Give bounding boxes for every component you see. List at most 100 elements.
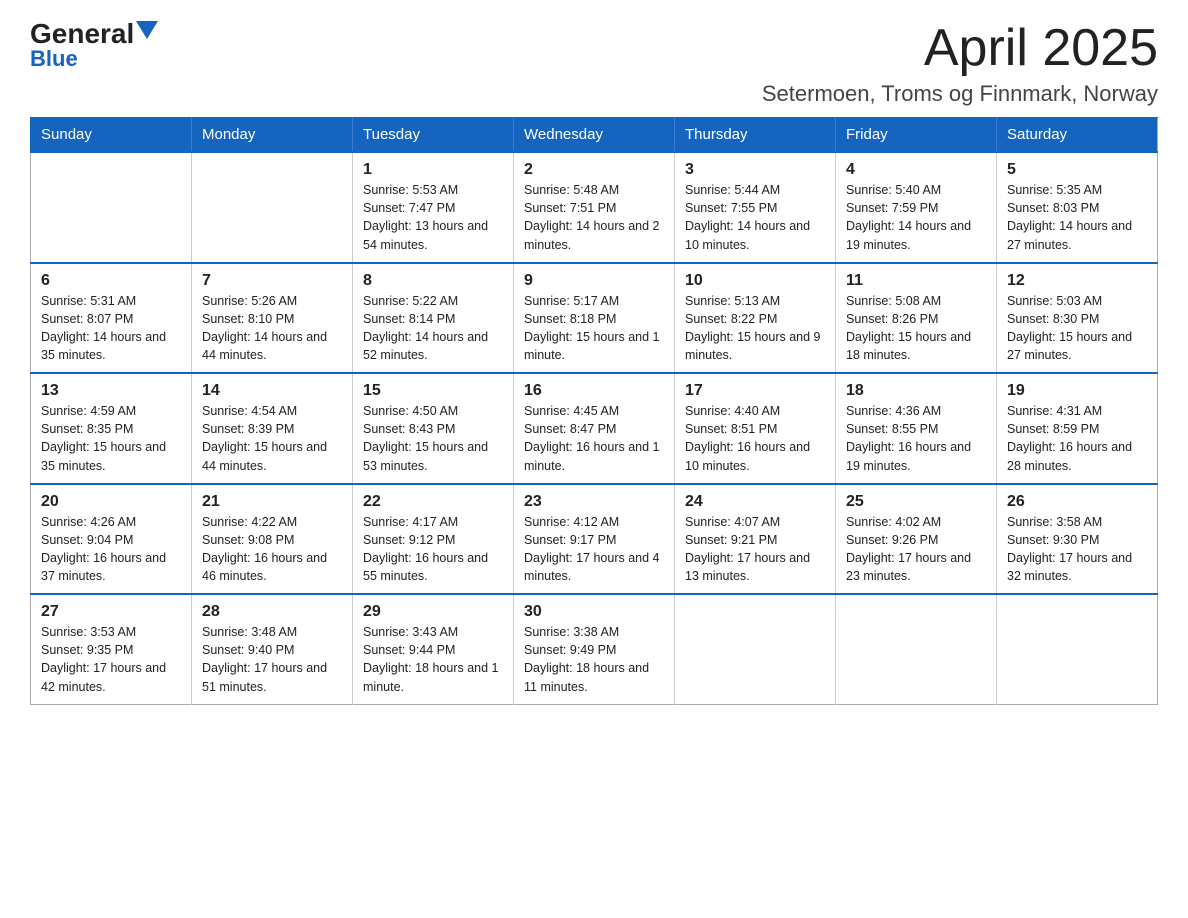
day-info: Sunrise: 5:40 AM Sunset: 7:59 PM Dayligh… <box>846 181 986 254</box>
day-info: Sunrise: 3:48 AM Sunset: 9:40 PM Dayligh… <box>202 623 342 696</box>
calendar-cell: 23 Sunrise: 4:12 AM Sunset: 9:17 PM Dayli… <box>514 484 675 595</box>
day-info: Sunrise: 5:08 AM Sunset: 8:26 PM Dayligh… <box>846 292 986 365</box>
day-info: Sunrise: 4:36 AM Sunset: 8:55 PM Dayligh… <box>846 402 986 475</box>
calendar-cell: 26Sunrise: 3:58 AM Sunset: 9:30 PM Dayli… <box>997 484 1158 595</box>
logo-triangle-icon <box>136 21 158 39</box>
day-info: Sunrise: 5:53 AM Sunset: 7:47 PM Dayligh… <box>363 181 503 254</box>
calendar-cell: 5Sunrise: 5:35 AM Sunset: 8:03 PM Daylig… <box>997 152 1158 263</box>
day-number: 24 <box>685 493 825 511</box>
calendar-cell: 6 Sunrise: 5:31 AM Sunset: 8:07 PM Daylig… <box>31 263 192 374</box>
weekday-header-sunday: Sunday <box>31 118 192 153</box>
calendar-cell <box>836 594 997 704</box>
calendar-cell: 3Sunrise: 5:44 AM Sunset: 7:55 PM Daylig… <box>675 152 836 263</box>
calendar-cell: 17Sunrise: 4:40 AM Sunset: 8:51 PM Dayli… <box>675 373 836 484</box>
calendar-cell: 16 Sunrise: 4:45 AM Sunset: 8:47 PM Dayli… <box>514 373 675 484</box>
weekday-header-friday: Friday <box>836 118 997 153</box>
day-info: Sunrise: 4:45 AM Sunset: 8:47 PM Dayligh… <box>524 402 664 475</box>
calendar-cell: 19 Sunrise: 4:31 AM Sunset: 8:59 PM Dayli… <box>997 373 1158 484</box>
calendar-cell <box>31 152 192 263</box>
day-info: Sunrise: 4:54 AM Sunset: 8:39 PM Dayligh… <box>202 402 342 475</box>
day-number: 18 <box>846 382 986 400</box>
day-info: Sunrise: 5:26 AM Sunset: 8:10 PM Dayligh… <box>202 292 342 365</box>
calendar-cell: 29 Sunrise: 3:43 AM Sunset: 9:44 PM Dayli… <box>353 594 514 704</box>
calendar-cell: 18 Sunrise: 4:36 AM Sunset: 8:55 PM Dayli… <box>836 373 997 484</box>
day-number: 22 <box>363 493 503 511</box>
day-number: 10 <box>685 272 825 290</box>
calendar-week-row: 27 Sunrise: 3:53 AM Sunset: 9:35 PM Dayli… <box>31 594 1158 704</box>
day-number: 14 <box>202 382 342 400</box>
day-info: Sunrise: 4:40 AM Sunset: 8:51 PM Dayligh… <box>685 402 825 475</box>
day-number: 9 <box>524 272 664 290</box>
day-info: Sunrise: 3:53 AM Sunset: 9:35 PM Dayligh… <box>41 623 181 696</box>
calendar-cell: 24Sunrise: 4:07 AM Sunset: 9:21 PM Dayli… <box>675 484 836 595</box>
day-number: 21 <box>202 493 342 511</box>
title-section: April 2025 Setermoen, Troms og Finnmark,… <box>762 20 1158 107</box>
day-number: 5 <box>1007 161 1147 179</box>
day-info: Sunrise: 5:44 AM Sunset: 7:55 PM Dayligh… <box>685 181 825 254</box>
day-info: Sunrise: 4:17 AM Sunset: 9:12 PM Dayligh… <box>363 513 503 586</box>
calendar-week-row: 13 Sunrise: 4:59 AM Sunset: 8:35 PM Dayli… <box>31 373 1158 484</box>
calendar-week-row: 1 Sunrise: 5:53 AM Sunset: 7:47 PM Daylig… <box>31 152 1158 263</box>
weekday-header-wednesday: Wednesday <box>514 118 675 153</box>
day-info: Sunrise: 3:58 AM Sunset: 9:30 PM Dayligh… <box>1007 513 1147 586</box>
day-number: 15 <box>363 382 503 400</box>
day-number: 30 <box>524 603 664 621</box>
weekday-header-monday: Monday <box>192 118 353 153</box>
day-info: Sunrise: 3:43 AM Sunset: 9:44 PM Dayligh… <box>363 623 503 696</box>
calendar-week-row: 20Sunrise: 4:26 AM Sunset: 9:04 PM Dayli… <box>31 484 1158 595</box>
calendar-cell: 9Sunrise: 5:17 AM Sunset: 8:18 PM Daylig… <box>514 263 675 374</box>
calendar-cell: 7 Sunrise: 5:26 AM Sunset: 8:10 PM Daylig… <box>192 263 353 374</box>
calendar-cell: 21 Sunrise: 4:22 AM Sunset: 9:08 PM Dayli… <box>192 484 353 595</box>
calendar-cell: 20Sunrise: 4:26 AM Sunset: 9:04 PM Dayli… <box>31 484 192 595</box>
calendar-cell: 30 Sunrise: 3:38 AM Sunset: 9:49 PM Dayli… <box>514 594 675 704</box>
calendar-cell <box>997 594 1158 704</box>
day-info: Sunrise: 4:59 AM Sunset: 8:35 PM Dayligh… <box>41 402 181 475</box>
day-number: 23 <box>524 493 664 511</box>
calendar-table: SundayMondayTuesdayWednesdayThursdayFrid… <box>30 117 1158 705</box>
calendar-cell <box>192 152 353 263</box>
calendar-cell <box>675 594 836 704</box>
calendar-cell: 27 Sunrise: 3:53 AM Sunset: 9:35 PM Dayli… <box>31 594 192 704</box>
calendar-cell: 4 Sunrise: 5:40 AM Sunset: 7:59 PM Daylig… <box>836 152 997 263</box>
month-title: April 2025 <box>762 20 1158 77</box>
calendar-cell: 2Sunrise: 5:48 AM Sunset: 7:51 PM Daylig… <box>514 152 675 263</box>
calendar-cell: 10 Sunrise: 5:13 AM Sunset: 8:22 PM Dayli… <box>675 263 836 374</box>
day-info: Sunrise: 5:31 AM Sunset: 8:07 PM Dayligh… <box>41 292 181 365</box>
day-number: 19 <box>1007 382 1147 400</box>
day-number: 29 <box>363 603 503 621</box>
day-number: 1 <box>363 161 503 179</box>
day-info: Sunrise: 4:22 AM Sunset: 9:08 PM Dayligh… <box>202 513 342 586</box>
day-number: 16 <box>524 382 664 400</box>
calendar-cell: 28Sunrise: 3:48 AM Sunset: 9:40 PM Dayli… <box>192 594 353 704</box>
day-info: Sunrise: 4:26 AM Sunset: 9:04 PM Dayligh… <box>41 513 181 586</box>
day-number: 13 <box>41 382 181 400</box>
logo-blue: Blue <box>30 46 78 72</box>
calendar-cell: 22 Sunrise: 4:17 AM Sunset: 9:12 PM Dayli… <box>353 484 514 595</box>
day-number: 4 <box>846 161 986 179</box>
day-number: 27 <box>41 603 181 621</box>
day-number: 6 <box>41 272 181 290</box>
day-info: Sunrise: 5:13 AM Sunset: 8:22 PM Dayligh… <box>685 292 825 365</box>
day-info: Sunrise: 5:03 AM Sunset: 8:30 PM Dayligh… <box>1007 292 1147 365</box>
day-info: Sunrise: 4:12 AM Sunset: 9:17 PM Dayligh… <box>524 513 664 586</box>
calendar-cell: 11 Sunrise: 5:08 AM Sunset: 8:26 PM Dayli… <box>836 263 997 374</box>
calendar-cell: 12Sunrise: 5:03 AM Sunset: 8:30 PM Dayli… <box>997 263 1158 374</box>
calendar-cell: 8Sunrise: 5:22 AM Sunset: 8:14 PM Daylig… <box>353 263 514 374</box>
day-info: Sunrise: 4:50 AM Sunset: 8:43 PM Dayligh… <box>363 402 503 475</box>
calendar-cell: 25Sunrise: 4:02 AM Sunset: 9:26 PM Dayli… <box>836 484 997 595</box>
day-number: 11 <box>846 272 986 290</box>
logo: General Blue <box>30 20 158 72</box>
calendar-cell: 14 Sunrise: 4:54 AM Sunset: 8:39 PM Dayli… <box>192 373 353 484</box>
logo-general: General <box>30 20 134 48</box>
day-number: 7 <box>202 272 342 290</box>
weekday-header-thursday: Thursday <box>675 118 836 153</box>
weekday-header-row: SundayMondayTuesdayWednesdayThursdayFrid… <box>31 118 1158 153</box>
day-number: 2 <box>524 161 664 179</box>
day-info: Sunrise: 4:31 AM Sunset: 8:59 PM Dayligh… <box>1007 402 1147 475</box>
day-number: 25 <box>846 493 986 511</box>
day-info: Sunrise: 5:22 AM Sunset: 8:14 PM Dayligh… <box>363 292 503 365</box>
calendar-cell: 13 Sunrise: 4:59 AM Sunset: 8:35 PM Dayli… <box>31 373 192 484</box>
weekday-header-tuesday: Tuesday <box>353 118 514 153</box>
weekday-header-saturday: Saturday <box>997 118 1158 153</box>
day-info: Sunrise: 3:38 AM Sunset: 9:49 PM Dayligh… <box>524 623 664 696</box>
